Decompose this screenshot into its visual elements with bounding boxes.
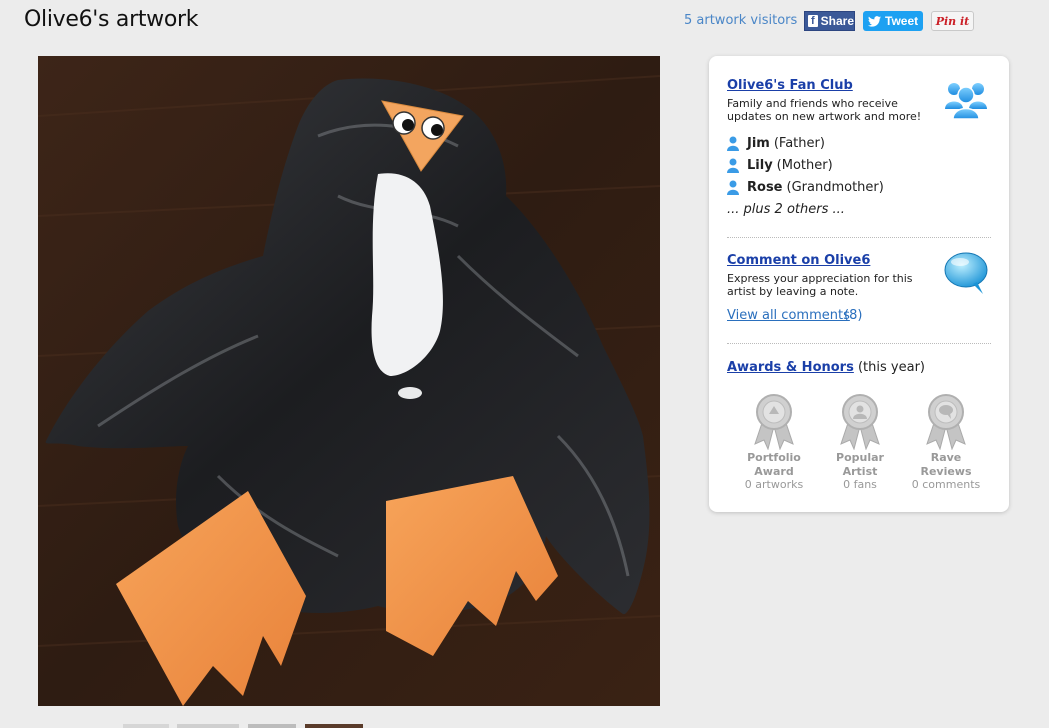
award-count: 0 fans: [843, 478, 877, 491]
award-count: 0 artworks: [744, 478, 804, 491]
award-popular-artist[interactable]: Popular Artist 0 fans: [820, 392, 900, 491]
fan-club-group-icon: [945, 83, 987, 120]
fan-member-row: Rose (Grandmother): [727, 179, 884, 195]
award-ribbon-icon: [754, 394, 794, 450]
thumbnail[interactable]: [177, 724, 239, 728]
award-rave-reviews[interactable]: Rave Reviews 0 comments: [906, 392, 986, 491]
person-icon: [727, 136, 739, 151]
facebook-share-label: Share: [820, 14, 854, 28]
person-icon: [727, 180, 739, 195]
pinterest-pin-button[interactable]: Pin it: [931, 11, 974, 31]
comment-title-link[interactable]: Comment on Olive6: [727, 253, 870, 268]
thumbnail[interactable]: [305, 724, 363, 728]
artwork-image[interactable]: [38, 56, 660, 706]
section-divider: [727, 237, 991, 238]
section-divider: [727, 343, 991, 344]
twitter-tweet-label: Tweet: [885, 14, 919, 28]
award-name-line2: Artist: [842, 465, 878, 478]
fan-club-title-link[interactable]: Olive6's Fan Club: [727, 78, 853, 93]
award-ribbon-icon: [840, 394, 880, 450]
facebook-icon: f: [808, 15, 818, 27]
speech-bubble-icon: [944, 252, 988, 294]
award-count: 0 comments: [911, 478, 981, 491]
award-portfolio[interactable]: Portfolio Award 0 artworks: [734, 392, 814, 491]
thumbnail[interactable]: [123, 724, 169, 728]
fan-member-relation: (Father): [773, 135, 825, 151]
award-name-line2: Award: [754, 465, 794, 478]
award-ribbon-icon: [926, 394, 966, 450]
fan-member-name: Rose: [747, 179, 783, 195]
person-icon: [727, 158, 739, 173]
twitter-tweet-button[interactable]: Tweet: [863, 11, 923, 31]
fan-member-relation: (Mother): [776, 157, 833, 173]
award-name-line1: Rave: [930, 451, 962, 464]
fan-member-name: Lily: [747, 157, 773, 173]
award-name-line1: Popular: [836, 451, 884, 464]
artwork-visitors-link[interactable]: 5 artwork visitors: [684, 13, 797, 28]
comment-description: Express your appreciation for this artis…: [727, 272, 913, 298]
thumbnail[interactable]: [248, 724, 296, 728]
fan-member-name: Jim: [747, 135, 770, 151]
fan-club-others: ... plus 2 others ...: [727, 202, 845, 217]
awards-honors-link[interactable]: Awards & Honors: [727, 360, 854, 375]
fan-member-row: Lily (Mother): [727, 157, 833, 173]
fan-club-description: Family and friends who receive updates o…: [727, 97, 922, 123]
fan-member-row: Jim (Father): [727, 135, 825, 151]
page-title: Olive6's artwork: [24, 7, 199, 32]
view-all-comments-link[interactable]: View all comments: [727, 308, 850, 323]
award-name-line2: Reviews: [920, 465, 972, 478]
twitter-bird-icon: [868, 15, 881, 27]
award-name-line1: Portfolio: [747, 451, 801, 464]
facebook-share-button[interactable]: f Share: [804, 11, 855, 31]
comments-count: (8): [844, 308, 863, 323]
fan-member-relation: (Grandmother): [786, 179, 884, 195]
penguin-artwork-illustration: [38, 56, 660, 706]
awards-period: (this year): [857, 360, 925, 375]
artist-sidebar: Olive6's Fan Club Family and friends who…: [709, 56, 1009, 512]
awards-heading: Awards & Honors (this year): [727, 360, 925, 375]
